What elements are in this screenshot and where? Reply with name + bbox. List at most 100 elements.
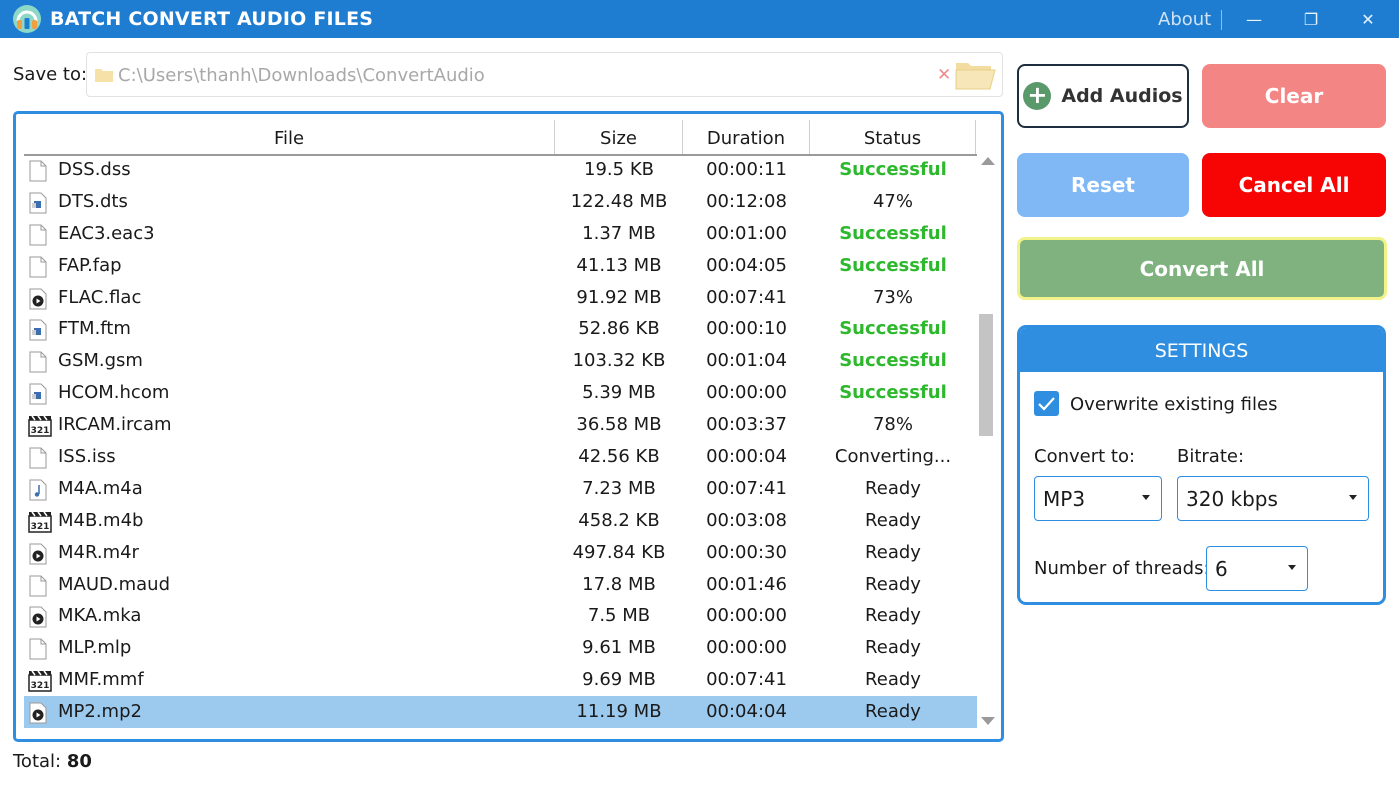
settings-title: SETTINGS [1020, 328, 1383, 372]
blank-file-icon [28, 447, 48, 469]
close-icon: ✕ [1361, 9, 1375, 29]
file-size-cell: 122.48 MB [570, 190, 668, 212]
overwrite-label: Overwrite existing files [1070, 394, 1278, 415]
table-row[interactable]: FLAC.flac 91.92 MB 00:07:41 73% [24, 282, 977, 314]
headphones-app-icon [13, 5, 41, 33]
blank-file-icon [28, 351, 48, 373]
title-separator [1221, 10, 1222, 30]
status-cell: 47% [872, 190, 913, 212]
convert-to-select[interactable]: MP3 [1034, 476, 1162, 521]
total-value: 80 [66, 751, 92, 772]
chevron-down-icon [1142, 495, 1150, 500]
threads-select[interactable]: 6 [1206, 546, 1308, 591]
file-size-cell: 9.61 MB [582, 637, 656, 659]
table-row[interactable]: EAC3.eac3 1.37 MB 00:01:00 Successful [24, 218, 977, 250]
reset-button[interactable]: Reset [1017, 153, 1189, 217]
duration-cell: 00:07:41 [706, 477, 787, 499]
duration-cell: 00:04:05 [706, 254, 787, 276]
convert-to-label: Convert to: [1034, 446, 1136, 467]
minimize-button[interactable]: — [1226, 0, 1282, 38]
title-bar: BATCH CONVERT AUDIO FILES About — ❐ ✕ [0, 0, 1399, 38]
table-row[interactable]: GSM.gsm 103.32 KB 00:01:04 Successful [24, 345, 977, 377]
file-name-cell: M4B.m4b [58, 509, 144, 531]
table-row[interactable]: FAP.fap 41.13 MB 00:04:05 Successful [24, 250, 977, 282]
column-header-size[interactable]: Size [555, 120, 683, 154]
status-cell: 78% [872, 414, 913, 436]
status-cell: Ready [865, 637, 921, 659]
close-button[interactable]: ✕ [1340, 0, 1396, 38]
file-name-cell: ISS.iss [58, 446, 116, 468]
scroll-down-arrow-icon[interactable] [981, 717, 995, 725]
file-name-cell: M4A.m4a [58, 477, 143, 499]
table-row[interactable]: ISS.iss 42.56 KB 00:00:04 Converting... [24, 441, 977, 473]
status-cell: Ready [865, 605, 921, 627]
status-cell: Ready [865, 701, 921, 723]
column-header-duration[interactable]: Duration [683, 120, 810, 154]
status-cell: Successful [839, 254, 947, 276]
table-row[interactable]: 321 IRCAM.ircam 36.58 MB 00:03:37 78% [24, 409, 977, 441]
file-size-cell: 19.5 KB [584, 159, 654, 180]
table-row[interactable]: MAUD.maud 17.8 MB 00:01:46 Ready [24, 569, 977, 601]
blank-file-icon [28, 575, 48, 597]
total-label: Total: [13, 751, 62, 772]
scroll-up-arrow-icon[interactable] [981, 157, 995, 165]
blank-file-icon [28, 256, 48, 278]
clapper-321-icon: 321 [28, 415, 52, 437]
file-size-cell: 11.19 MB [576, 701, 662, 723]
chevron-down-icon [1288, 565, 1296, 570]
svg-text:321: 321 [31, 522, 50, 532]
restore-button[interactable]: ❐ [1283, 0, 1339, 38]
file-name-cell: IRCAM.ircam [58, 414, 172, 436]
overwrite-checkbox[interactable] [1034, 391, 1059, 416]
file-size-cell: 91.92 MB [576, 286, 662, 308]
table-row[interactable]: HCOM.hcom 5.39 MB 00:00:00 Successful [24, 377, 977, 409]
status-cell: 73% [872, 286, 913, 308]
cancel-all-button[interactable]: Cancel All [1202, 153, 1386, 217]
status-cell: Ready [865, 477, 921, 499]
convert-all-button[interactable]: Convert All [1017, 237, 1387, 300]
table-row[interactable]: 321 MMF.mmf 9.69 MB 00:07:41 Ready [24, 664, 977, 696]
table-row[interactable]: MP2.mp2 11.19 MB 00:04:04 Ready [24, 696, 977, 729]
file-size-cell: 36.58 MB [576, 414, 662, 436]
bitrate-select[interactable]: 320 kbps [1177, 476, 1369, 521]
table-row[interactable]: MLP.mlp 9.61 MB 00:00:00 Ready [24, 632, 977, 664]
save-path-field[interactable]: C:\Users\thanh\Downloads\ConvertAudio ✕ [86, 52, 1003, 97]
file-size-cell: 9.69 MB [582, 669, 656, 691]
blank-file-icon [28, 638, 48, 660]
status-cell: Ready [865, 669, 921, 691]
table-row[interactable]: MKA.mka 7.5 MB 00:00:00 Ready [24, 600, 977, 632]
file-name-cell: FAP.fap [58, 254, 122, 276]
table-row[interactable]: 321 M4B.m4b 458.2 KB 00:03:08 Ready [24, 505, 977, 537]
duration-cell: 00:00:04 [706, 446, 787, 468]
clapper-321-icon: 321 [28, 511, 52, 533]
add-audios-button[interactable]: + Add Audios [1017, 64, 1189, 128]
table-row[interactable]: DTS.dts 122.48 MB 00:12:08 47% [24, 186, 977, 218]
browse-folder-icon[interactable] [955, 59, 997, 91]
table-row[interactable]: FTM.ftm 52.86 KB 00:00:10 Successful [24, 313, 977, 345]
column-header-status[interactable]: Status [810, 120, 976, 154]
duration-cell: 00:01:00 [706, 222, 787, 244]
file-name-cell: MKA.mka [58, 605, 142, 627]
clear-button[interactable]: Clear [1202, 64, 1386, 128]
blank-file-icon [28, 224, 48, 246]
column-header-file[interactable]: File [24, 120, 555, 154]
file-size-cell: 17.8 MB [582, 573, 656, 595]
file-name-cell: FTM.ftm [58, 318, 131, 340]
convert-to-value: MP3 [1043, 487, 1086, 511]
status-cell: Successful [839, 222, 947, 244]
duration-cell: 00:00:00 [706, 637, 787, 659]
status-cell: Successful [839, 318, 947, 340]
table-row[interactable]: M4R.m4r 497.84 KB 00:00:30 Ready [24, 537, 977, 569]
save-to-label: Save to: [13, 64, 88, 85]
play-file-icon [28, 543, 48, 565]
window-title: BATCH CONVERT AUDIO FILES [50, 8, 374, 30]
table-row[interactable]: DSS.dss 19.5 KB 00:00:11 Successful [24, 154, 977, 186]
file-size-cell: 103.32 KB [572, 350, 666, 372]
about-link[interactable]: About [1158, 0, 1211, 40]
file-size-cell: 42.56 KB [578, 446, 660, 468]
table-row[interactable]: M4A.m4a 7.23 MB 00:07:41 Ready [24, 473, 977, 505]
clear-path-icon[interactable]: ✕ [937, 53, 951, 98]
scrollbar-thumb[interactable] [979, 314, 993, 436]
file-name-cell: MMF.mmf [58, 669, 144, 691]
file-name-cell: DTS.dts [58, 190, 128, 212]
